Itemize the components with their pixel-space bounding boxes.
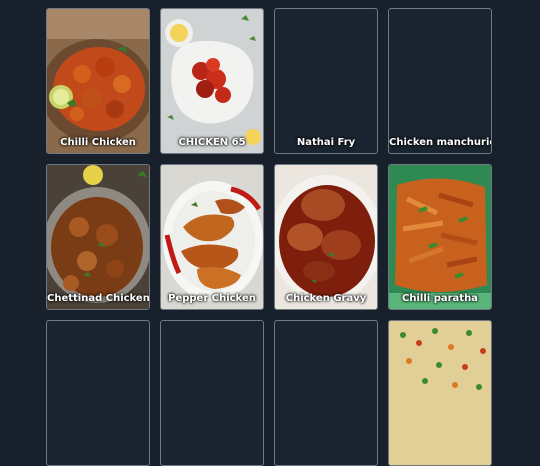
menu-card-row3-1[interactable] [46,320,150,466]
menu-card-chettinad-chicken[interactable]: Chettinad Chicken [46,164,150,310]
chilli-paratha-image [389,165,491,309]
menu-card-label: Chilli Chicken [60,137,136,148]
menu-card-label: Pepper Chicken [168,293,256,304]
menu-card-row3-2[interactable] [160,320,264,466]
menu-card-label: Chettinad Chicken [47,293,150,304]
chicken-gravy-image [275,165,377,309]
menu-card-chicken-manchurion[interactable]: Chicken manchurion [388,8,492,154]
fried-rice-image [389,321,491,465]
menu-card-chicken-65[interactable]: CHICKEN 65 [160,8,264,154]
menu-card-label: CHICKEN 65 [178,137,246,148]
chilli-chicken-image [47,9,149,153]
menu-card-fried-rice[interactable] [388,320,492,466]
pepper-chicken-image [161,165,263,309]
menu-card-chicken-gravy[interactable]: Chicken Gravy [274,164,378,310]
menu-card-label: Nathai Fry [296,137,356,148]
menu-card-chilli-chicken[interactable]: Chilli Chicken [46,8,150,154]
menu-card-label: Chicken Gravy [285,293,367,304]
menu-card-pepper-chicken[interactable]: Pepper Chicken [160,164,264,310]
menu-card-nathai-fry[interactable]: Nathai Fry [274,8,378,154]
chicken-65-image [161,9,263,153]
menu-card-row3-3[interactable] [274,320,378,466]
menu-grid: Chilli Chicken CHICKEN 65 Nathai Fry Chi… [0,0,540,466]
menu-card-label: Chilli paratha [402,293,478,304]
menu-card-label: Chicken manchurion [389,137,492,148]
menu-card-chilli-paratha[interactable]: Chilli paratha [388,164,492,310]
chettinad-chicken-image [47,165,149,309]
